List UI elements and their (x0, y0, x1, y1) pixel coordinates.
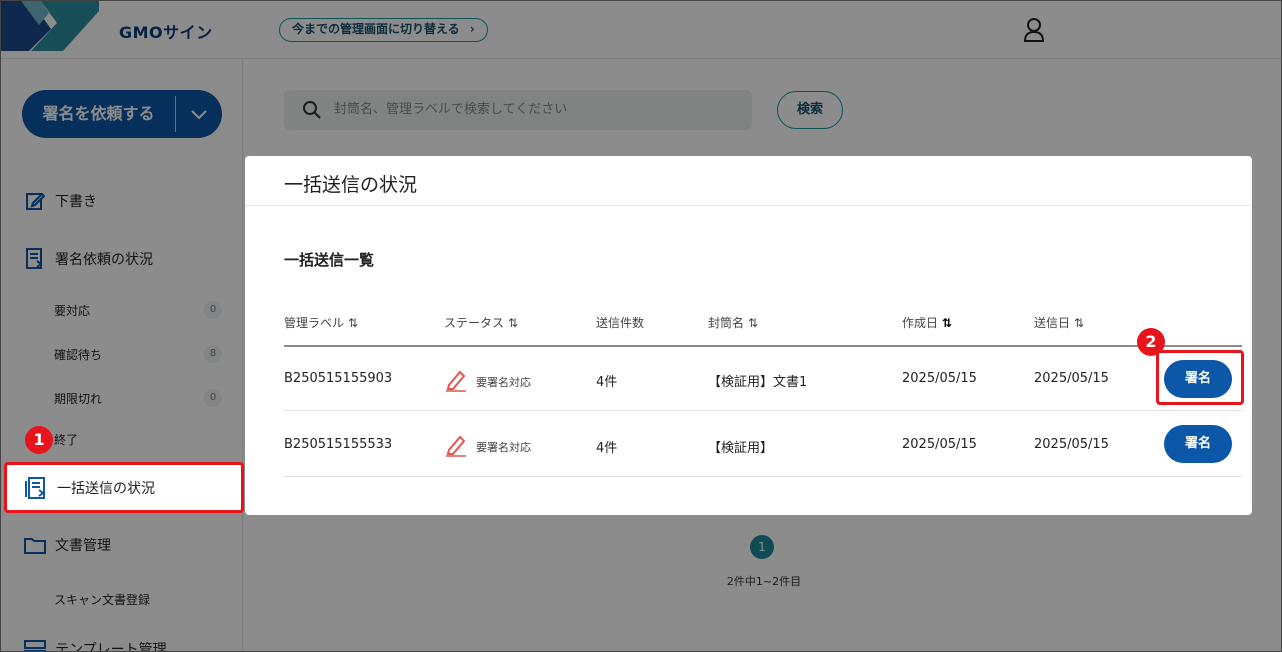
table-header-rule (284, 345, 1242, 347)
dialog-title: 一括送信の状況 (284, 174, 418, 196)
sort-icon: ⇅ (348, 315, 359, 330)
sort-icon: ⇅ (942, 315, 953, 330)
sidebar-item-label: 一括送信の状況 (57, 480, 155, 497)
cell-envelope: 【検証用】文書1 (708, 375, 808, 390)
app-frame: GMOサイン 今までの管理画面に切り替える › 署名を依頼する 下書き 署名依頼… (0, 0, 1282, 652)
bulk-send-icon (24, 476, 48, 500)
step-2-badge: 2 (1137, 328, 1165, 356)
cell-label: B250515155533 (284, 437, 393, 452)
column-header-text: 作成日 (902, 316, 939, 330)
step-1-badge: 1 (25, 426, 53, 454)
cell-status: 要署名対応 (444, 433, 531, 460)
sidebar-item-bulk-send-status[interactable]: 一括送信の状況 (4, 462, 244, 513)
status-text: 要署名対応 (476, 440, 531, 454)
cell-sent: 2025/05/15 (1034, 437, 1109, 452)
sign-button[interactable]: 署名 (1164, 425, 1232, 463)
column-header-count: 送信件数 (596, 314, 644, 331)
dialog-divider (245, 205, 1252, 206)
column-header-text: ステータス (444, 316, 505, 330)
cell-count: 4件 (596, 441, 618, 456)
sign-button-highlight (1156, 350, 1244, 405)
sort-icon: ⇅ (748, 315, 759, 330)
cell-envelope: 【検証用】 (708, 441, 774, 456)
sort-icon: ⇅ (508, 315, 519, 330)
column-header-text: 管理ラベル (284, 316, 345, 330)
pen-icon (444, 433, 468, 460)
column-header-text: 封筒名 (708, 316, 745, 330)
column-header-status[interactable]: ステータス ⇅ (444, 314, 518, 331)
column-header-created[interactable]: 作成日 ⇅ (902, 314, 952, 331)
cell-created: 2025/05/15 (902, 437, 977, 452)
column-header-envelope[interactable]: 封筒名 ⇅ (708, 314, 758, 331)
column-header-sent[interactable]: 送信日 ⇅ (1034, 314, 1084, 331)
status-text: 要署名対応 (476, 375, 531, 389)
row-divider (284, 410, 1242, 411)
bulk-send-list-heading: 一括送信一覧 (284, 251, 375, 269)
cell-count: 4件 (596, 375, 618, 390)
column-header-text: 送信件数 (596, 316, 645, 330)
sort-icon: ⇅ (1074, 315, 1085, 330)
cell-created: 2025/05/15 (902, 371, 977, 386)
pen-icon (444, 368, 468, 395)
cell-label: B250515155903 (284, 371, 393, 386)
row-divider (284, 476, 1242, 477)
column-header-text: 送信日 (1034, 316, 1071, 330)
column-header-label[interactable]: 管理ラベル ⇅ (284, 314, 358, 331)
cell-sent: 2025/05/15 (1034, 371, 1109, 386)
bulk-send-status-dialog: 一括送信の状況 一括送信一覧 管理ラベル ⇅ ステータス ⇅ 送信件数 封筒名 … (245, 156, 1252, 515)
cell-status: 要署名対応 (444, 368, 531, 395)
